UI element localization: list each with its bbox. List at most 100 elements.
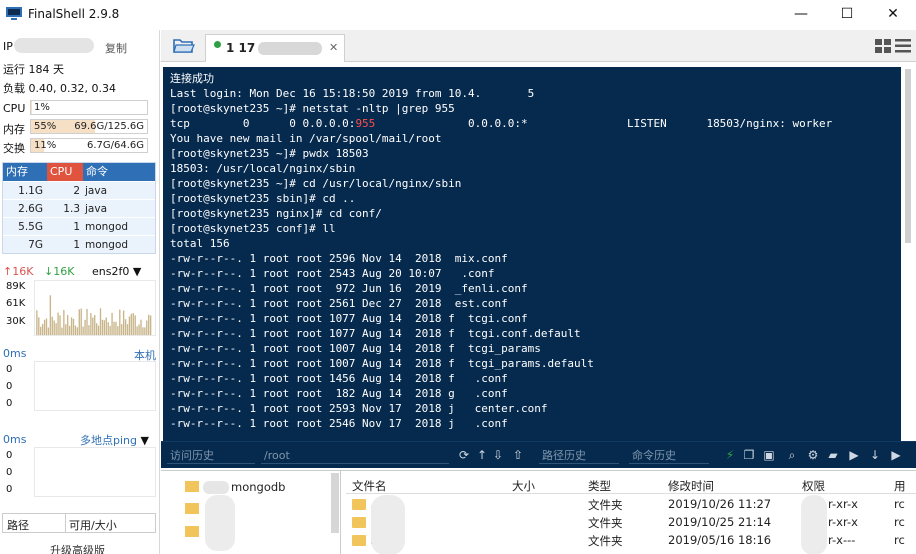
lightning-icon[interactable]: ⚡ <box>723 448 737 462</box>
arrow-right-icon[interactable]: ▶ <box>889 448 903 462</box>
download-icon[interactable]: ⇩ <box>491 448 505 462</box>
path-history-input[interactable]: 路径历史 <box>539 447 619 464</box>
ping-y-tick: 0 <box>6 484 13 495</box>
table-row[interactable]: 7G 1 mongod <box>3 235 155 253</box>
arrow-down-icon[interactable]: ↓ <box>868 448 882 462</box>
uptime-text: 运行 184 天 <box>3 63 64 76</box>
chevron-down-icon: ▼ <box>132 265 142 278</box>
ping-host-select[interactable]: 多地点ping ▼ <box>80 432 149 448</box>
ping-value: 0ms <box>3 433 27 446</box>
tree-item-label[interactable]: mongodb <box>231 480 285 494</box>
net-activity-bar <box>101 319 104 335</box>
net-activity-bar <box>43 319 46 335</box>
col-mem[interactable]: 内存 <box>3 163 47 181</box>
net-interface-select[interactable]: ens2f0 ▼ <box>92 265 141 278</box>
refresh-icon[interactable]: ⟳ <box>457 448 471 462</box>
upgrade-button[interactable]: 升级高级版 <box>50 542 105 554</box>
net-activity-bar <box>63 309 65 335</box>
app-icon <box>6 7 22 20</box>
folder-icon <box>185 526 199 537</box>
session-tab[interactable]: 1 17 ✕ <box>205 34 345 62</box>
terminal-output[interactable]: 连接成功 Last login: Mon Dec 16 15:18:50 2019… <box>163 67 901 441</box>
process-table-header: 内存 CPU 命令 <box>3 163 155 181</box>
col-perm[interactable]: 权限 <box>802 478 825 494</box>
table-row[interactable]: 1.1G 2 java <box>3 181 155 199</box>
access-history-input[interactable]: 访问历史 <box>167 447 255 464</box>
table-row[interactable]: . g 文件夹 2019/10/25 21:14 r-xr-x rc <box>346 514 916 532</box>
net-y-tick: 30K <box>6 316 26 327</box>
tab-host-redacted <box>258 42 322 55</box>
play-icon[interactable]: ▶ <box>847 448 861 462</box>
net-activity-bar <box>136 326 138 335</box>
swap-label: 交换 <box>3 142 25 155</box>
folder-icon <box>352 517 366 528</box>
cpu-label: CPU <box>3 102 26 115</box>
file-perm: r-xr-x <box>828 497 858 511</box>
net-activity-bar <box>61 327 63 335</box>
net-activity-bar <box>134 315 136 335</box>
current-path-input[interactable]: /root <box>261 447 449 464</box>
menu-icon[interactable] <box>895 39 911 53</box>
grid-layout-icon[interactable] <box>875 39 891 53</box>
tree-scrollbar[interactable] <box>331 473 339 533</box>
minimize-button[interactable]: — <box>778 0 824 28</box>
upload-icon[interactable]: ↑ <box>475 448 489 462</box>
folder-icon[interactable]: ▰ <box>826 448 840 462</box>
net-activity-bar <box>90 313 92 335</box>
terminal-line: -rw-r--r--. 1 root root 182 Aug 14 2018 … <box>170 387 508 400</box>
col-mtime[interactable]: 修改时间 <box>668 478 714 494</box>
redacted-block <box>205 495 235 551</box>
copy-ip-button[interactable]: 复制 <box>105 40 127 56</box>
terminal-line: -rw-r--r--. 1 root root 2561 Dec 27 2018… <box>170 297 508 310</box>
redacted-block <box>801 495 827 554</box>
copy-icon[interactable]: ❐ <box>742 448 756 462</box>
terminal-line: -rw-r--r--. 1 root root 2546 Nov 17 2018… <box>170 417 508 430</box>
ping-y-tick: 0 <box>6 467 13 478</box>
finalshell-window: FinalShell 2.9.8 — ☐ ✕ IP 复制 运行 184 天 负载… <box>0 0 916 554</box>
col-path[interactable]: 路径 <box>7 517 29 533</box>
net-activity-bar <box>142 327 144 335</box>
col-cmd[interactable]: 命令 <box>83 163 155 181</box>
col-size[interactable]: 大小 <box>512 478 535 494</box>
net-activity-bar <box>45 318 48 335</box>
folder-open-icon[interactable] <box>173 38 195 54</box>
upload-file-icon[interactable]: ⇧ <box>511 448 525 462</box>
table-row[interactable]: .g 文件夹 2019/05/16 18:16 r-x--- rc <box>346 532 916 550</box>
close-window-button[interactable]: ✕ <box>870 0 916 28</box>
col-type[interactable]: 类型 <box>588 478 611 494</box>
proc-mem: 7G <box>28 239 43 251</box>
col-cpu[interactable]: CPU <box>47 163 83 181</box>
col-user[interactable]: 用 <box>894 478 906 494</box>
net-activity-bar <box>111 312 113 335</box>
paste-icon[interactable]: ▣ <box>762 448 776 462</box>
mem-value: 69.6G/125.6G <box>74 121 144 132</box>
col-filename[interactable]: 文件名 <box>352 478 387 494</box>
terminal-scrollbar[interactable] <box>903 67 913 441</box>
proc-cmd: mongod <box>85 221 129 233</box>
folder-icon <box>185 481 199 492</box>
terminal-text: 连接成功 Last login: Mon Dec 16 15:18:50 2019… <box>170 71 832 431</box>
mem-pct: 55% <box>34 121 57 132</box>
command-history-input[interactable]: 命令历史 <box>629 447 709 464</box>
scroll-thumb[interactable] <box>905 69 911 243</box>
gear-icon[interactable]: ⚙ <box>806 448 820 462</box>
ping-graph <box>34 447 156 497</box>
table-row[interactable]: 2.6G 1.3 java <box>3 199 155 217</box>
close-tab-icon[interactable]: ✕ <box>329 41 338 54</box>
search-icon[interactable]: ⌕ <box>785 448 799 462</box>
maximize-button[interactable]: ☐ <box>824 0 870 28</box>
folder-icon <box>352 535 366 546</box>
col-avail[interactable]: 可用/大小 <box>69 517 117 533</box>
net-activity-bar <box>82 326 84 335</box>
file-user: rc <box>894 497 905 511</box>
proc-cpu: 1.3 <box>63 203 80 215</box>
table-row[interactable]: 5.5G 1 mongod <box>3 217 155 235</box>
divider <box>65 514 66 532</box>
table-row[interactable]: . e 文件夹 2019/10/26 11:27 r-xr-x rc <box>346 496 916 514</box>
proc-cpu: 1 <box>73 239 80 251</box>
mem-label: 内存 <box>3 123 25 136</box>
ip-label: IP <box>3 40 13 53</box>
file-list-header: 文件名 大小 类型 修改时间 权限 用 <box>346 476 916 494</box>
server-status-sidebar: IP 复制 运行 184 天 负载 0.40, 0.32, 0.34 CPU 1… <box>0 30 160 554</box>
file-user: rc <box>894 533 905 547</box>
